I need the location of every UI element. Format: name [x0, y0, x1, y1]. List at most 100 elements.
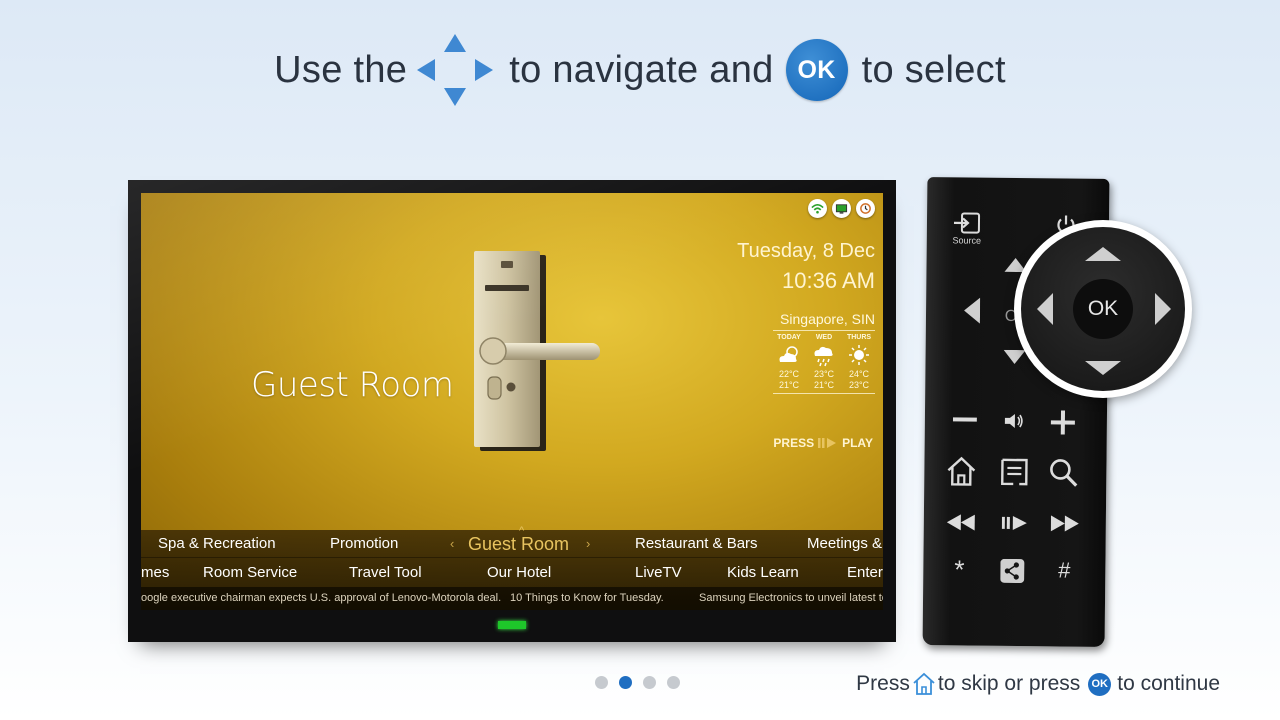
ok-button-label: OK	[1087, 297, 1119, 320]
menu-item-entertainment[interactable]: Enter	[847, 559, 883, 587]
press-play-hint: PRESS PLAY	[773, 436, 873, 450]
source-button[interactable]: Source	[945, 211, 989, 246]
ok-small-icon: OK	[1088, 672, 1112, 696]
weather-low: 21°C	[778, 380, 800, 390]
source-label: Source	[952, 235, 982, 246]
menu-item-kids-learn[interactable]: Kids Learn	[727, 559, 799, 587]
rewind-button[interactable]	[946, 512, 976, 532]
dpad-left-button[interactable]	[964, 297, 981, 324]
arrow-left-icon	[964, 297, 981, 324]
menu-row-secondary: mes Room Service Travel Tool Our Hotel L…	[141, 559, 883, 587]
zoom-arrow-down-icon	[1085, 361, 1121, 375]
weather-divider	[773, 393, 875, 394]
guide-icon	[1001, 458, 1028, 486]
ticker-item: oogle executive chairman expects U.S. ap…	[141, 592, 502, 604]
minus-icon	[952, 417, 977, 422]
ok-small-label: OK	[1091, 678, 1109, 690]
power-led-indicator	[498, 621, 526, 629]
partly-cloudy-icon	[773, 341, 805, 369]
menu-item-promotion[interactable]: Promotion	[330, 530, 398, 558]
menu-item-guest-room[interactable]: Guest Room	[468, 530, 569, 558]
share-button[interactable]	[999, 558, 1025, 584]
page-title: Guest Room	[251, 365, 454, 405]
menu-item-travel-tool[interactable]: Travel Tool	[349, 559, 422, 587]
page-dot-1[interactable]	[595, 676, 608, 689]
ticker-item: Samsung Electronics to unveil latest te	[699, 592, 883, 604]
door-lock-image	[474, 251, 600, 451]
weather-low: 23°C	[848, 380, 870, 390]
fast-forward-icon	[1050, 515, 1079, 532]
play-pause-button[interactable]	[1000, 513, 1030, 533]
zoom-arrow-left-icon	[1037, 293, 1053, 325]
footer-part1: Press	[856, 672, 910, 695]
weather-day-wed: WED 23°C 21°C	[808, 334, 840, 391]
pagination-dots	[595, 676, 680, 689]
menu-item-restaurant[interactable]: Restaurant & Bars	[635, 530, 758, 558]
weather-high: 24°C	[848, 369, 870, 379]
tv-time: 10:36 AM	[782, 268, 875, 293]
dpad-arrows-icon	[417, 34, 494, 106]
ticker-item: 10 Things to Know for Tuesday.	[510, 592, 664, 604]
chevron-right-icon: ›	[586, 536, 591, 551]
play-label: PLAY	[842, 436, 873, 450]
page-dot-3[interactable]	[643, 676, 656, 689]
menu-item-games[interactable]: mes	[141, 559, 169, 587]
dpad-zoom-pad: OK	[1021, 227, 1185, 391]
screen-icon	[832, 199, 851, 218]
speaker-icon	[1004, 413, 1023, 428]
press-label: PRESS	[773, 436, 815, 450]
menu-item-spa[interactable]: Spa & Recreation	[158, 530, 276, 558]
instruction-heading: Use the to navigate and OK to select	[0, 30, 1280, 110]
news-ticker: oogle executive chairman expects U.S. ap…	[141, 587, 883, 610]
heading-part1: Use the	[274, 48, 408, 91]
weather-low: 21°C	[813, 380, 835, 390]
source-icon	[953, 212, 981, 234]
footer-part2: to skip or press	[937, 672, 1081, 695]
footer-hint: Press to skip or press OK to continue	[856, 668, 1220, 700]
volume-up-button[interactable]	[1049, 408, 1077, 436]
menu-item-meetings[interactable]: Meetings &	[807, 530, 882, 558]
menu-bar: ^ Spa & Recreation Promotion ‹ Guest Roo…	[141, 525, 883, 610]
home-icon	[913, 672, 935, 695]
weather-day-label: TODAY	[777, 334, 801, 341]
tv-date: Tuesday, 8 Dec	[737, 240, 875, 262]
weather-high: 22°C	[778, 369, 800, 379]
tv-frame: Tuesday, 8 Dec 10:36 AM Singapore, SIN T…	[128, 180, 896, 642]
play-pause-icon	[818, 437, 838, 449]
hash-icon: #	[1058, 557, 1071, 583]
play-pause-icon	[1001, 515, 1027, 530]
menu-item-livetv[interactable]: LiveTV	[635, 559, 682, 587]
page-dot-2[interactable]	[619, 676, 632, 689]
rewind-icon	[946, 514, 975, 531]
heading-part3: to select	[861, 48, 1006, 91]
zoom-arrow-up-icon	[1085, 247, 1121, 261]
clock-alert-icon	[856, 199, 875, 218]
asterisk-icon: *	[954, 553, 965, 584]
sun-icon	[843, 341, 875, 369]
menu-row-primary: ^ Spa & Recreation Promotion ‹ Guest Roo…	[141, 525, 883, 558]
weather-widget: Singapore, SIN TODAY 22°C 21°C WED 23°C	[773, 311, 875, 394]
chevron-left-icon: ‹	[450, 536, 455, 551]
ok-button[interactable]: OK	[1073, 279, 1133, 339]
weather-high: 23°C	[813, 369, 835, 379]
menu-item-our-hotel[interactable]: Our Hotel	[487, 559, 551, 587]
guide-button[interactable]	[997, 455, 1031, 489]
mute-button[interactable]	[1002, 410, 1026, 432]
search-button[interactable]	[1046, 455, 1080, 489]
heading-part2: to navigate and	[509, 48, 774, 91]
hash-button[interactable]: #	[1053, 557, 1075, 583]
search-icon	[1050, 459, 1078, 487]
ok-button-icon: OK	[785, 39, 848, 101]
rain-cloud-icon	[808, 341, 840, 369]
dpad-zoom-callout: OK	[1014, 220, 1192, 398]
page-dot-4[interactable]	[667, 676, 680, 689]
fast-forward-button[interactable]	[1050, 513, 1080, 533]
weather-day-thurs: THURS 24°C 23°C	[843, 334, 875, 391]
star-button[interactable]: *	[947, 554, 971, 584]
home-button[interactable]	[944, 454, 978, 488]
share-icon	[1000, 558, 1025, 584]
zoom-arrow-right-icon	[1155, 293, 1171, 325]
tv-screen: Tuesday, 8 Dec 10:36 AM Singapore, SIN T…	[141, 193, 883, 610]
volume-down-button[interactable]	[951, 411, 979, 427]
menu-item-room-service[interactable]: Room Service	[203, 559, 297, 587]
